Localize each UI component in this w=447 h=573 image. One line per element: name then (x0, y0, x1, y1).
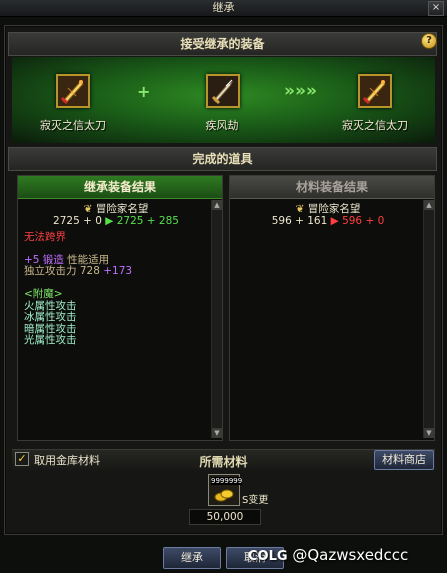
fame-after: 596 + 0 (342, 214, 385, 227)
material-item-slot[interactable] (206, 74, 240, 108)
inherit-button[interactable]: 继承 (163, 547, 221, 569)
scroll-down-icon[interactable]: ▼ (424, 428, 434, 438)
indep-attack-bonus: +173 (103, 265, 133, 278)
scroll-up-icon[interactable]: ▲ (212, 200, 222, 210)
forge-level: +5 (24, 253, 40, 266)
fame-before: 596 + 161 (271, 214, 328, 227)
result-item-slot[interactable] (358, 74, 392, 108)
result-panel: 继承装备结果 ❦ 冒险家名望 2725 + 0 ▶ 2725 + 285 无法跨… (17, 175, 223, 441)
scroll-up-icon[interactable]: ▲ (424, 200, 434, 210)
close-button[interactable]: × (428, 1, 444, 16)
fame-badge-label: 冒险家名望 (307, 203, 361, 215)
katana-icon (360, 76, 390, 106)
watermark: COLG @Qazwsxedccc (248, 541, 444, 569)
fame-value-row: 2725 + 0 ▶ 2725 + 285 (24, 214, 208, 228)
fame-badge-icon: ❦ (83, 203, 93, 215)
watermark-brand: COLG (248, 549, 288, 564)
indep-attack-label: 独立攻击力 728 (24, 265, 100, 278)
fame-value-row: 596 + 161 ▶ 596 + 0 (236, 214, 420, 228)
material-panel: 材料装备结果 ❦ 冒险家名望 596 + 161 ▶ 596 + 0 ▲ ▼ (229, 175, 435, 441)
result-panel-title: 继承装备结果 (18, 176, 222, 199)
required-material-slot[interactable]: 9999999 (208, 474, 243, 506)
help-icon[interactable]: ? (421, 33, 437, 49)
unavailable-text: 无法跨界 (24, 231, 66, 244)
fame-after: 2725 + 285 (116, 214, 179, 227)
fame-badge-label: 冒险家名望 (95, 203, 149, 215)
fame-badge-icon: ❦ (295, 203, 305, 215)
enchant-line: 冰属性攻击 (24, 311, 77, 324)
enchant-header: <附魔> (24, 287, 63, 300)
source-item-slot[interactable] (56, 74, 90, 108)
forge-note: 性能适用 (67, 253, 110, 266)
gold-coin-icon (214, 489, 234, 502)
enchant-line: 光属性攻击 (24, 334, 77, 347)
inherit-banner: 寂灭之信太刀 + 疾风劫 »»» 寂灭之信太刀 (12, 57, 435, 143)
result-item-name: 寂灭之信太刀 (342, 119, 408, 132)
material-shop-button[interactable]: 材料商店 (374, 450, 434, 470)
indep-attack-row: 独立攻击力 728 +173 (24, 266, 208, 278)
scroll-down-icon[interactable]: ▼ (212, 428, 222, 438)
section-header-result: 完成的道具 (8, 147, 437, 171)
plus-sign: + (137, 82, 151, 101)
result-scrollbar[interactable]: ▲ ▼ (211, 200, 222, 438)
cost-field: 50,000 (189, 509, 261, 525)
material-suffix: S变更 (242, 495, 269, 506)
sword-icon (208, 76, 238, 106)
material-scrollbar[interactable]: ▲ ▼ (423, 200, 434, 438)
arrow-right-icon: ▶ (105, 214, 114, 227)
material-panel-body: ❦ 冒险家名望 596 + 161 ▶ 596 + 0 (236, 203, 420, 228)
arrow-right-icon: »»» (284, 81, 317, 101)
katana-icon (58, 76, 88, 106)
window-title: 继承 (0, 0, 447, 17)
material-panel-title: 材料装备结果 (230, 176, 434, 199)
arrow-right-icon: ▶ (330, 214, 339, 227)
forge-label: 锻造 (42, 253, 64, 266)
fame-before: 2725 + 0 (53, 214, 102, 227)
watermark-handle: @Qazwsxedccc (292, 546, 409, 564)
section-title-equipment: 接受继承的装备 (180, 37, 265, 51)
fame-badge-row: ❦ 冒险家名望 (236, 203, 420, 216)
section-header-equipment: 接受继承的装备 (8, 32, 437, 56)
result-panel-body: ❦ 冒险家名望 2725 + 0 ▶ 2725 + 285 无法跨界 +5 锻造… (24, 203, 208, 347)
material-quantity: 9999999 (211, 477, 243, 485)
section-title-result: 完成的道具 (192, 152, 253, 166)
material-item-name: 疾风劫 (205, 119, 239, 132)
source-item-name: 寂灭之信太刀 (40, 119, 106, 132)
